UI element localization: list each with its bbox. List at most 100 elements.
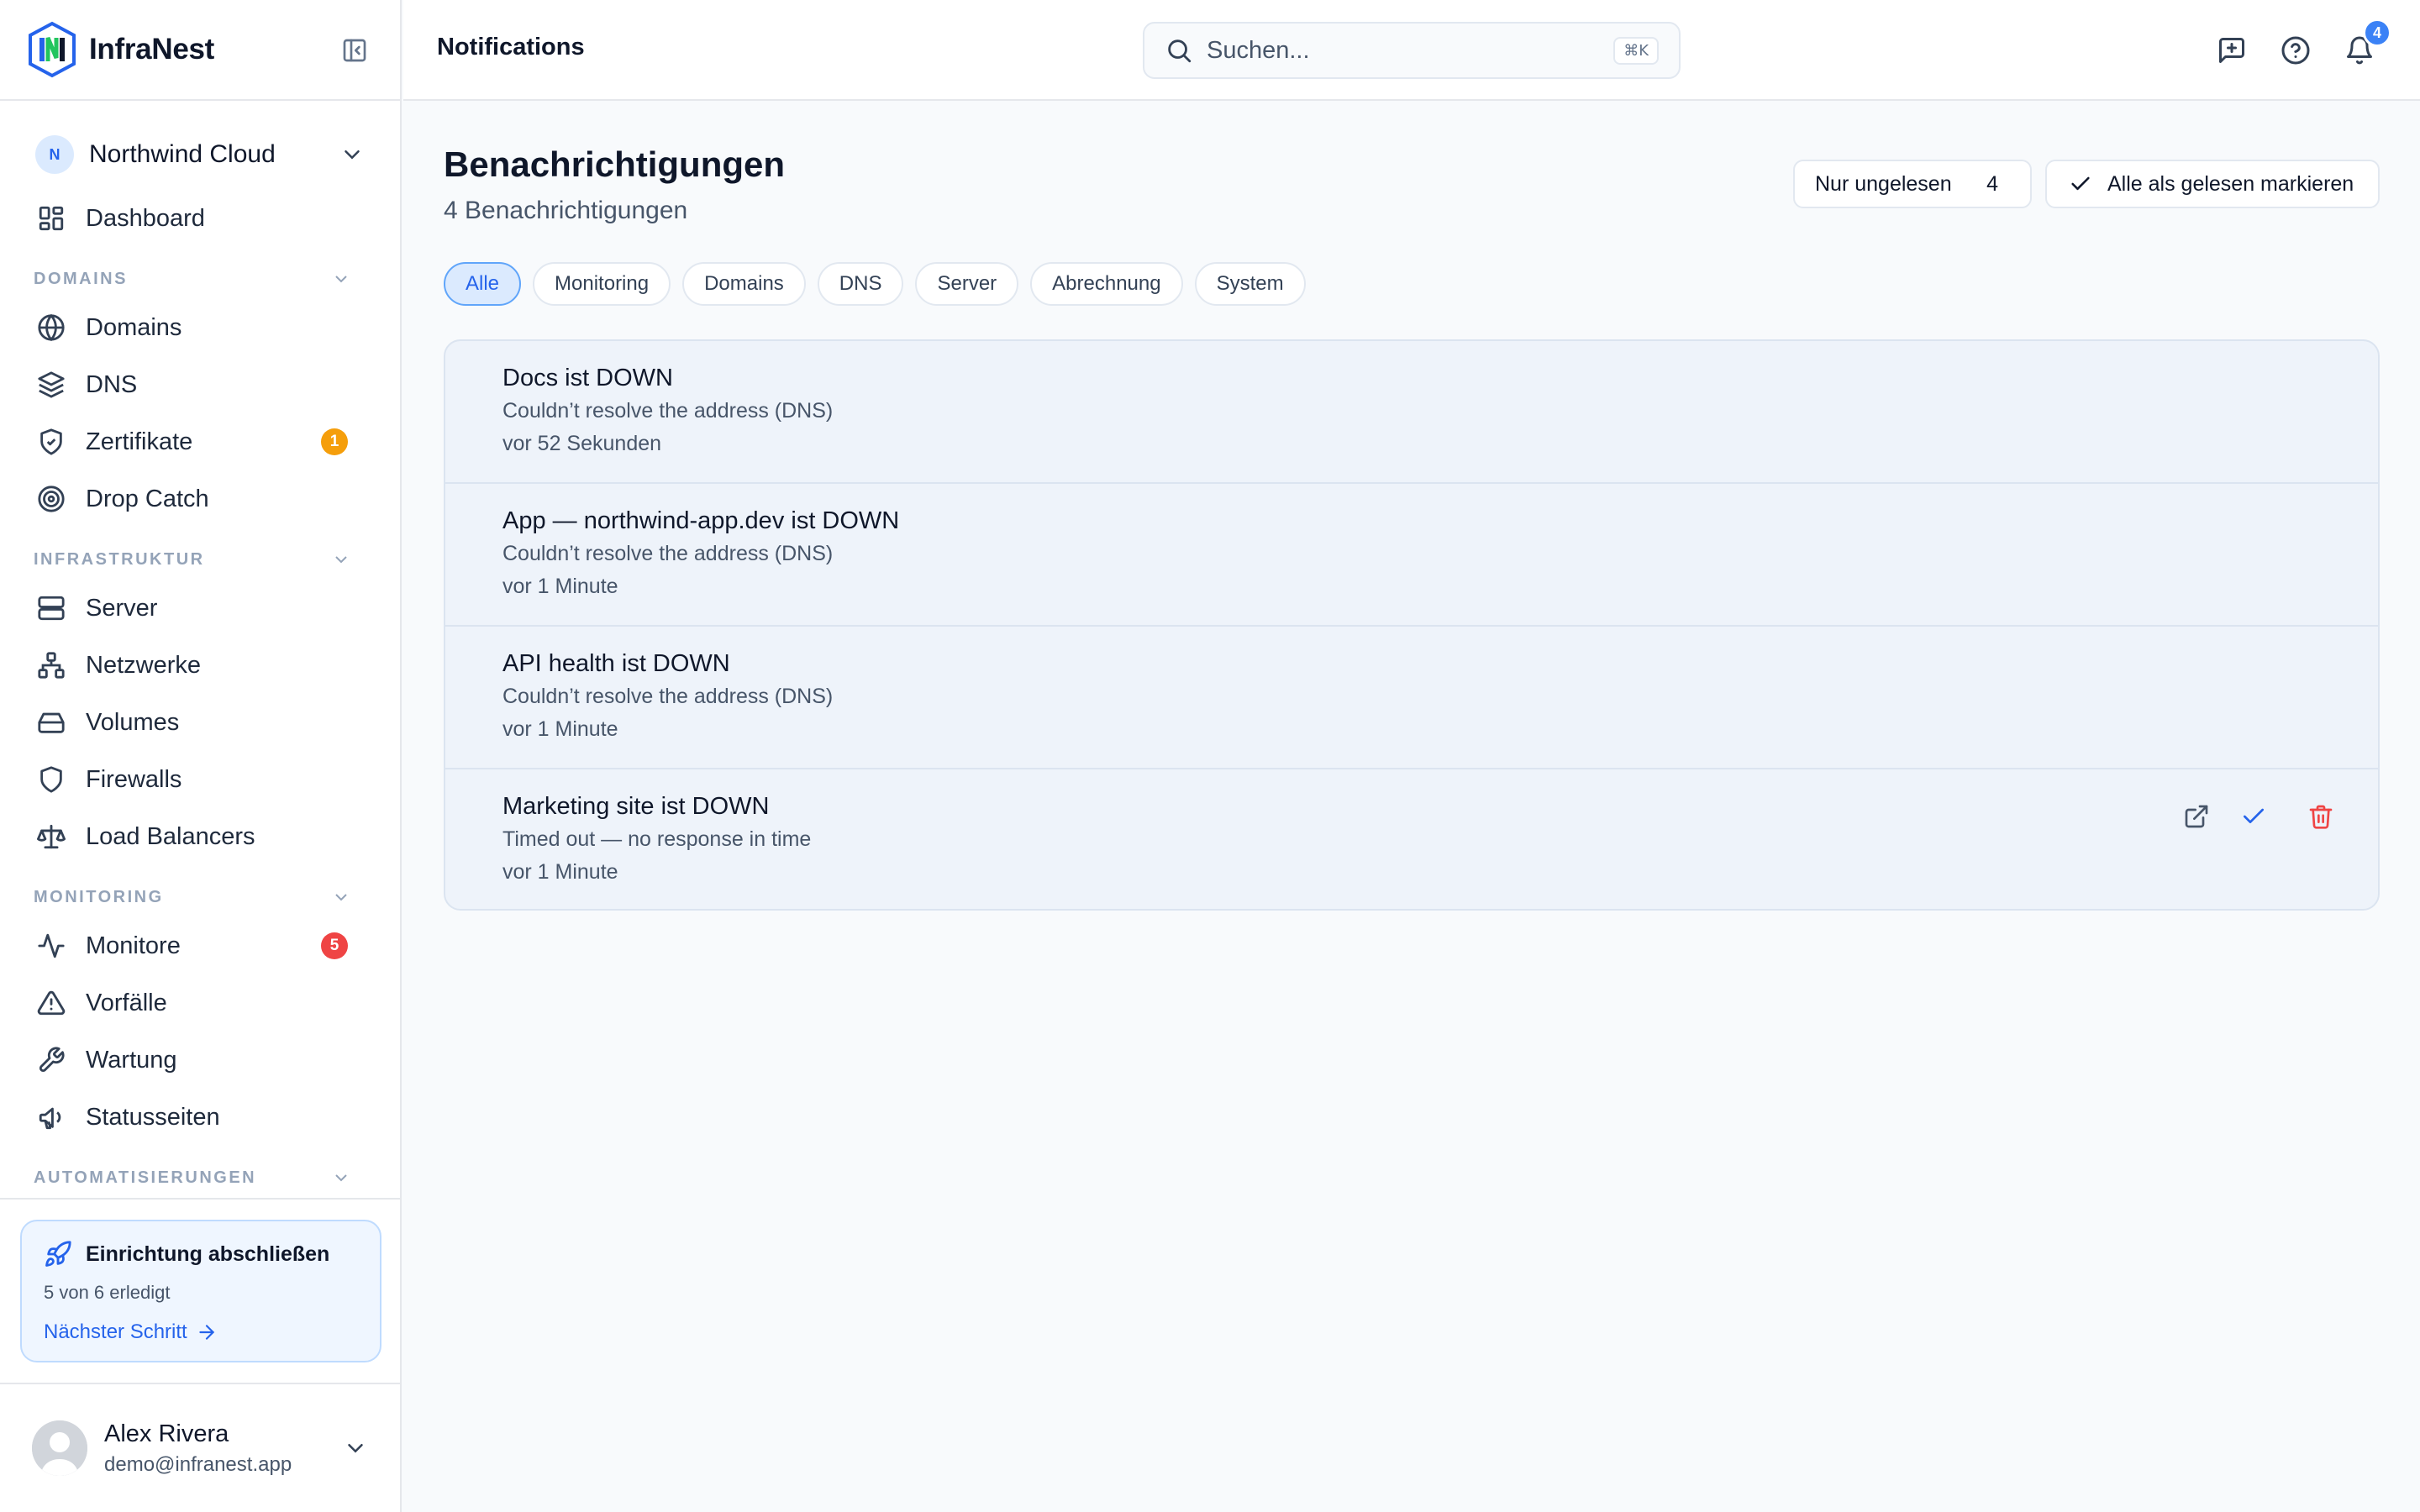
notification-time: vor 52 Sekunden (502, 432, 662, 455)
help-icon[interactable] (2281, 35, 2311, 66)
sidebar-item-label: Server (86, 594, 158, 622)
section-title: MONITORING (34, 887, 164, 906)
dashboard-icon (39, 206, 64, 231)
filter-all[interactable]: Alle (444, 262, 522, 306)
mark-all-read-button[interactable]: Alle als gelesen markieren (2045, 160, 2380, 208)
user-name: Alex Rivera (104, 1420, 229, 1447)
notification-title: API health ist DOWN (502, 650, 730, 677)
section-infrastructure[interactable]: INFRASTRUKTUR (13, 539, 387, 580)
workspace-switcher[interactable]: N Northwind Cloud (20, 128, 380, 181)
server-icon (38, 596, 65, 621)
sidebar-item-label: Netzwerke (86, 651, 201, 679)
page-title: Benachrichtigungen (444, 144, 786, 184)
notification-item[interactable]: App — northwind-app.dev ist DOWN Couldn’… (445, 484, 2378, 627)
notification-time: vor 1 Minute (502, 717, 618, 741)
sidebar-item-dns[interactable]: DNS (13, 356, 387, 413)
sidebar-item-load-balancers[interactable]: Load Balancers (13, 808, 387, 865)
section-automation[interactable]: AUTOMATISIERUNGEN (13, 1158, 387, 1194)
notification-item[interactable]: Marketing site ist DOWN Timed out — no r… (445, 769, 2378, 909)
chevron-down-icon (345, 150, 360, 160)
notification-title: App — northwind-app.dev ist DOWN (502, 507, 900, 534)
sidebar-item-drop-catch[interactable]: Drop Catch (13, 470, 387, 528)
notification-actions (2153, 803, 2334, 830)
scale-icon (37, 824, 66, 849)
section-domains[interactable]: DOMAINS (13, 259, 387, 299)
next-step-label: Nächster Schritt (44, 1320, 187, 1343)
globe-icon (38, 313, 65, 342)
mark-all-read-label: Alle als gelesen markieren (2107, 171, 2354, 196)
notification-time: vor 1 Minute (502, 575, 618, 598)
sidebar-item-dashboard[interactable]: Dashboard (13, 190, 387, 247)
shield-icon (40, 766, 62, 793)
sidebar-nav: N Northwind Cloud Dashboard DOMAINS Doma… (0, 102, 400, 1194)
filter-domains[interactable]: Domains (682, 262, 806, 306)
topbar: Notifications Suchen... ⌘K (403, 0, 2420, 101)
network-icon (38, 652, 65, 679)
sidebar-item-label: Load Balancers (86, 822, 255, 850)
notification-title: Docs ist DOWN (502, 365, 673, 391)
filter-tabs: Alle Monitoring Domains DNS Server Abrec… (444, 262, 1318, 306)
hard-drive-icon (38, 712, 65, 733)
search-shortcut: ⌘K (1613, 36, 1659, 65)
sidebar-item-label: Wartung (86, 1046, 177, 1074)
sidebar-item-volumes[interactable]: Volumes (13, 694, 387, 751)
sidebar-item-maintenance[interactable]: Wartung (13, 1032, 387, 1089)
target-icon (38, 486, 65, 512)
infranest-logo-icon (29, 21, 76, 78)
certificates-badge: 1 (321, 428, 348, 455)
section-monitoring[interactable]: MONITORING (13, 877, 387, 917)
notification-message: Couldn’t resolve the address (DNS) (502, 685, 834, 708)
filter-dns[interactable]: DNS (817, 262, 904, 306)
sidebar-item-server[interactable]: Server (13, 580, 387, 637)
sidebar-item-monitors[interactable]: Monitore 5 (13, 917, 387, 974)
check-icon (2071, 176, 2090, 191)
sidebar-item-status-pages[interactable]: Statusseiten (13, 1089, 387, 1146)
feedback-icon[interactable] (2217, 35, 2247, 66)
sidebar: InfraNest N Northwind Cloud Dashboard DO… (0, 0, 402, 1512)
search-input[interactable]: Suchen... ⌘K (1143, 22, 1681, 79)
chevron-down-icon (335, 556, 347, 564)
notification-message: Timed out — no response in time (502, 827, 812, 851)
notification-time: vor 1 Minute (502, 860, 618, 884)
chevron-down-icon (335, 1174, 347, 1182)
sidebar-item-label: Monitore (86, 932, 181, 959)
sidebar-item-incidents[interactable]: Vorfälle (13, 974, 387, 1032)
filter-monitoring[interactable]: Monitoring (533, 262, 671, 306)
workspace-avatar: N (35, 135, 74, 174)
setup-title: Einrichtung abschließen (86, 1242, 330, 1266)
filter-server[interactable]: Server (915, 262, 1019, 306)
sidebar-item-certificates[interactable]: Zertifikate 1 (13, 413, 387, 470)
notification-title: Marketing site ist DOWN (502, 793, 770, 820)
notification-item[interactable]: Docs ist DOWN Couldn’t resolve the addre… (445, 341, 2378, 484)
brand-bar: InfraNest (0, 0, 400, 101)
activity-icon (38, 933, 65, 958)
setup-progress: 5 von 6 erledigt (44, 1282, 171, 1303)
sidebar-item-networks[interactable]: Netzwerke (13, 637, 387, 694)
unread-only-toggle[interactable]: Nur ungelesen 4 (1793, 160, 2032, 208)
trash-icon[interactable] (2307, 803, 2334, 830)
sidebar-item-domains[interactable]: Domains (13, 299, 387, 356)
page-breadcrumb-title: Notifications (437, 34, 585, 60)
filter-billing[interactable]: Abrechnung (1030, 262, 1183, 306)
search-placeholder: Suchen... (1207, 36, 1310, 64)
sidebar-item-label: Vorfälle (86, 989, 167, 1016)
section-title: AUTOMATISIERUNGEN (34, 1168, 257, 1187)
next-step-link[interactable]: Nächster Schritt (44, 1320, 358, 1344)
sidebar-item-label: Firewalls (86, 765, 182, 793)
sidebar-item-firewalls[interactable]: Firewalls (13, 751, 387, 808)
mark-read-check-icon[interactable] (2240, 803, 2267, 830)
alert-triangle-icon (37, 990, 66, 1016)
setup-card: Einrichtung abschließen 5 von 6 erledigt… (20, 1220, 381, 1362)
chevron-down-icon (335, 276, 347, 283)
sidebar-item-label: Volumes (86, 708, 180, 736)
workspace-name: Northwind Cloud (89, 140, 276, 168)
notification-item[interactable]: API health ist DOWN Couldn’t resolve the… (445, 627, 2378, 769)
chevron-down-icon (348, 1444, 363, 1453)
wrench-icon (39, 1047, 65, 1073)
user-email: demo@infranest.app (104, 1452, 292, 1476)
sidebar-collapse-icon[interactable] (341, 37, 368, 64)
external-link-icon[interactable] (2183, 803, 2210, 830)
user-menu[interactable]: Alex Rivera demo@infranest.app (32, 1415, 368, 1482)
filter-system[interactable]: System (1194, 262, 1306, 306)
brand-name: InfraNest (89, 33, 215, 66)
